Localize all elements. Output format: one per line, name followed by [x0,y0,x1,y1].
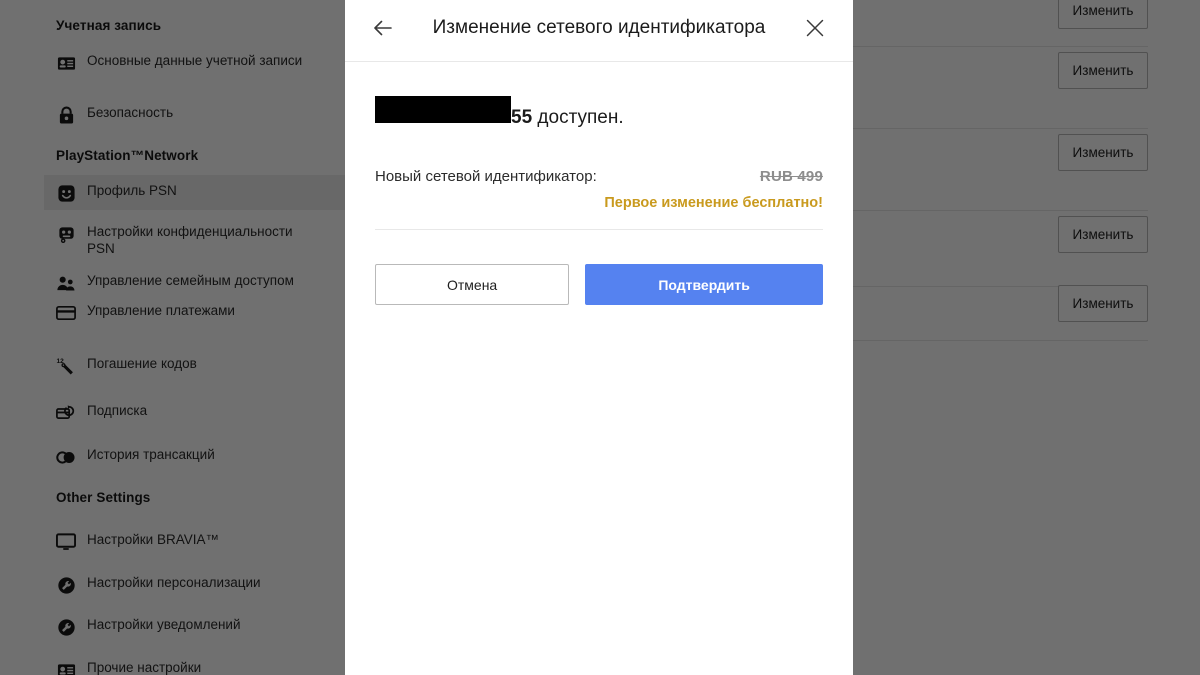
dialog-header: Изменение сетевого идентификатора [345,0,853,62]
redacted-online-id-bar [375,96,511,123]
old-price-strikethrough: RUB 499 [759,168,823,185]
change-online-id-dialog: Изменение сетевого идентификатора 55 дос… [345,0,853,675]
free-change-note: Первое изменение бесплатно! [604,195,823,211]
dialog-title: Изменение сетевого идентификатора [432,16,766,38]
availability-suffix: 55 доступен. [511,104,624,132]
app-root: Учетная записьОсновные данные учетной за… [0,0,1200,675]
availability-suffix-text: доступен. [532,107,624,128]
price-block: Новый сетевой идентификатор: RUB 499 Пер… [375,168,823,230]
dialog-body: 55 доступен. Новый сетевой идентификатор… [345,62,853,305]
cancel-button[interactable]: Отмена [375,264,570,305]
dialog-actions: Отмена Подтвердить [375,264,823,305]
back-arrow-icon[interactable] [367,12,399,44]
confirm-button[interactable]: Подтвердить [585,264,823,305]
availability-message: 55 доступен. [375,96,823,132]
close-icon[interactable] [799,12,831,44]
availability-suffix-number: 55 [511,107,533,128]
dialog-divider [375,229,823,230]
new-online-id-label: Новый сетевой идентификатор: [375,168,597,185]
price-row: Новый сетевой идентификатор: RUB 499 [375,168,823,185]
